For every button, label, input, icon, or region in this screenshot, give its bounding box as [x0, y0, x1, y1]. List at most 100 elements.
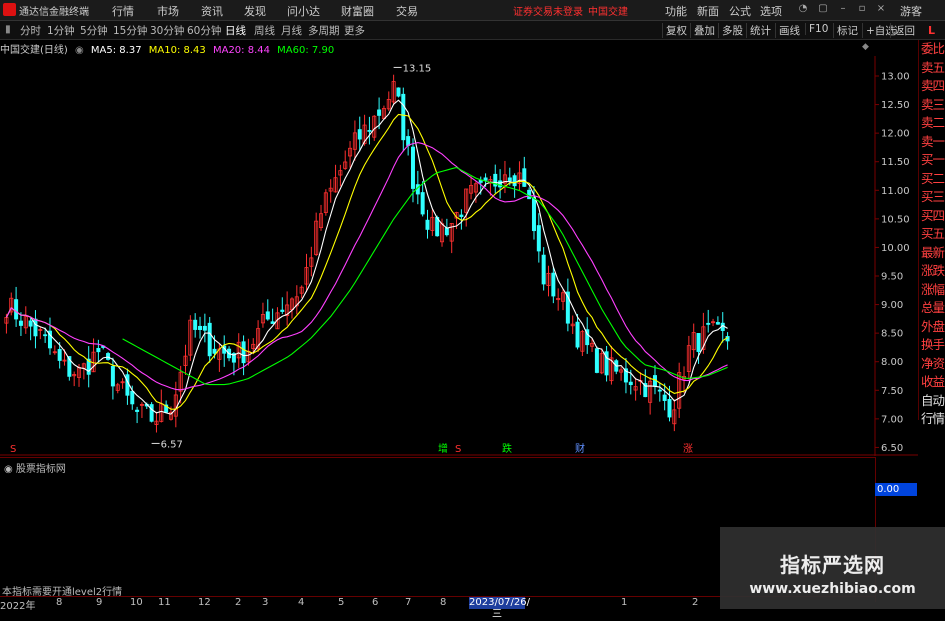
ma10-value: MA10: 8.43: [148, 45, 206, 56]
menu-news[interactable]: 资讯: [201, 3, 223, 19]
tool-draw-line[interactable]: 画线: [775, 23, 800, 38]
panel-item-3[interactable]: 卖三: [919, 96, 945, 115]
menu-formula[interactable]: 公式: [729, 3, 751, 19]
close-icon[interactable]: ×: [875, 3, 887, 15]
panel-item-2[interactable]: 卖四: [919, 77, 945, 96]
period-more[interactable]: 更多: [344, 23, 365, 38]
panel-item-16[interactable]: 换手: [919, 336, 945, 355]
xaxis-label: 8: [440, 597, 447, 608]
help-icon[interactable]: ▢: [817, 3, 829, 15]
event-marker: S: [455, 444, 461, 455]
period-60min[interactable]: 60分钟: [187, 23, 221, 38]
panel-item-7[interactable]: 买二: [919, 170, 945, 189]
period-monthly[interactable]: 月线: [281, 23, 302, 38]
tool-restore-rights[interactable]: 复权: [662, 23, 687, 38]
period-1min[interactable]: 1分钟: [47, 23, 75, 38]
period-daily[interactable]: 日线: [225, 23, 246, 38]
candle-body: [420, 192, 425, 215]
menu-discover[interactable]: 发现: [244, 3, 266, 19]
panel-item-5[interactable]: 卖一: [919, 133, 945, 152]
xaxis-label: 10: [130, 597, 143, 608]
menu-wenxiaoda[interactable]: 问小达: [287, 3, 320, 19]
xaxis-label: 3: [262, 597, 269, 608]
menu-options[interactable]: 选项: [760, 3, 782, 19]
candle-body: [498, 180, 503, 188]
tool-statistics[interactable]: 统计: [746, 23, 771, 38]
tool-back[interactable]: 返回: [890, 23, 915, 38]
menu-market[interactable]: 市场: [157, 3, 179, 19]
event-marker: 涨: [683, 443, 693, 455]
period-multi[interactable]: 多周期: [308, 23, 340, 38]
panel-item-13[interactable]: 涨幅: [919, 281, 945, 300]
panel-item-1[interactable]: 卖五: [919, 59, 945, 78]
low-price-label: 6.57: [161, 439, 183, 450]
panel-item-8[interactable]: 买三: [919, 188, 945, 207]
panel-item-17[interactable]: 净资: [919, 355, 945, 374]
event-marker: S: [10, 444, 16, 455]
candle-body: [106, 353, 111, 360]
menu-bar: 通达信金融终端 行情 市场 资讯 发现 问小达 财富圈 交易 证券交易未登录 中…: [0, 0, 945, 21]
y-tick-label: 11.00: [881, 186, 910, 197]
period-5min[interactable]: 5分钟: [80, 23, 108, 38]
candle-body: [696, 333, 701, 352]
panel-item-12[interactable]: 涨跌: [919, 262, 945, 281]
xaxis-label: 8: [56, 597, 63, 608]
panel-item-20[interactable]: 行情: [919, 410, 945, 429]
candle-body: [130, 390, 135, 405]
bell-icon[interactable]: ◔: [797, 3, 809, 15]
y-tick-label: 9.50: [881, 272, 903, 283]
maximize-icon[interactable]: ▫: [856, 3, 868, 15]
panel-item-18[interactable]: 收益: [919, 373, 945, 392]
panel-item-15[interactable]: 外盘: [919, 318, 945, 337]
collapse-icon[interactable]: ◉: [75, 45, 84, 56]
menu-trade[interactable]: 交易: [396, 3, 418, 19]
menu-wealth-circle[interactable]: 财富圈: [341, 3, 374, 19]
panel-item-6[interactable]: 买一: [919, 151, 945, 170]
guest-user[interactable]: 游客: [900, 3, 922, 19]
candle-body: [357, 129, 362, 140]
menu-market-quotes[interactable]: 行情: [112, 3, 134, 19]
panel-item-4[interactable]: 卖二: [919, 114, 945, 133]
period-15min[interactable]: 15分钟: [113, 23, 147, 38]
panel-item-11[interactable]: 最新: [919, 244, 945, 263]
candle-body: [125, 374, 130, 396]
panel-item-0[interactable]: 委比: [919, 40, 945, 59]
xaxis-label: 5: [338, 597, 345, 608]
y-tick-label: 10.50: [881, 214, 910, 225]
candle-body: [531, 197, 536, 232]
tool-mark[interactable]: 标记: [833, 23, 858, 38]
candle-body: [377, 109, 382, 116]
period-intraday[interactable]: 分时: [20, 23, 41, 38]
toolbar-grid-icon[interactable]: ▮: [5, 23, 11, 35]
panel-item-19[interactable]: 自动: [919, 392, 945, 411]
period-30min[interactable]: 30分钟: [150, 23, 184, 38]
chart-settings-icon[interactable]: ◆: [862, 42, 869, 52]
current-stock-name: 中国交建: [588, 7, 628, 18]
high-price-label: 13.15: [403, 63, 432, 74]
candle-body: [657, 389, 662, 392]
candle-body: [507, 177, 512, 182]
candle-body: [43, 334, 48, 337]
panel-item-9[interactable]: 买四: [919, 207, 945, 226]
login-warning[interactable]: 证券交易未登录: [513, 3, 583, 18]
candle-body: [207, 322, 212, 357]
xaxis-label: 1: [621, 597, 628, 608]
tool-f10[interactable]: F10: [805, 23, 828, 35]
minimize-icon[interactable]: –: [837, 3, 849, 15]
panel-item-10[interactable]: 买五: [919, 225, 945, 244]
xaxis-label: 2022年: [0, 601, 36, 612]
panel-item-14[interactable]: 总量: [919, 299, 945, 318]
menu-new-layout[interactable]: 新面: [697, 3, 719, 19]
app-title: 通达信金融终端: [19, 7, 89, 18]
menu-function[interactable]: 功能: [665, 3, 687, 19]
tool-multi-stock[interactable]: 多股: [718, 23, 743, 38]
candlestick-chart[interactable]: 13.15 6.57 13.00 12.50 12.00 11.50 11.00 10.50…: [0, 56, 918, 456]
candle-body: [198, 325, 203, 330]
candle-body: [575, 321, 580, 348]
watermark-title: 指标严选网: [780, 553, 885, 577]
xaxis-label: 6: [372, 597, 379, 608]
event-marker: 增: [438, 442, 448, 455]
tool-overlay[interactable]: 叠加: [690, 23, 715, 38]
watermark: 指标严选网 www.xuezhibiao.com: [720, 527, 945, 609]
period-weekly[interactable]: 周线: [254, 23, 275, 38]
